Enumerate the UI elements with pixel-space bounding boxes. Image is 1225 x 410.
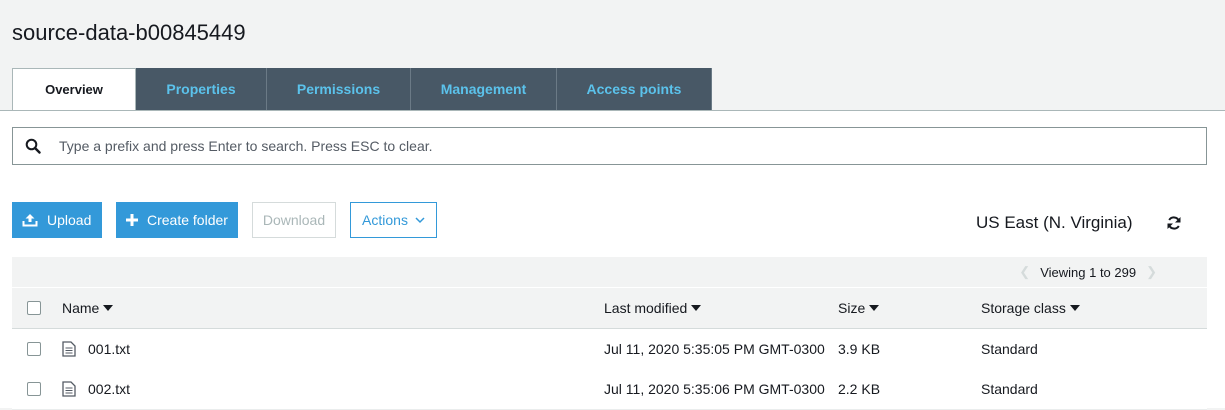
upload-icon [22,213,38,227]
sort-caret-icon [869,305,880,311]
tab-properties[interactable]: Properties [136,68,267,110]
chevron-right-icon[interactable]: ❯ [1146,264,1157,280]
size-cell: 3.9 KB [838,341,881,357]
row-checkbox[interactable] [27,342,41,356]
column-name-label: Name [62,300,100,316]
column-storage-class-label: Storage class [981,300,1066,316]
chevron-down-icon [415,216,425,223]
sort-caret-icon [103,305,114,311]
table-row[interactable]: 002.txt Jul 11, 2020 5:35:06 PM GMT-0300… [12,369,1207,410]
search-icon [25,138,41,154]
region-label: US East (N. Virginia) [976,213,1133,232]
upload-label: Upload [47,212,92,228]
pagination: ❮ Viewing 1 to 299 ❯ [1019,264,1157,280]
column-last-modified-label: Last modified [604,300,688,316]
storage-class-cell: Standard [981,341,1038,357]
tab-access-points[interactable]: Access points [557,68,712,110]
file-name-cell[interactable]: 001.txt [62,329,130,369]
select-all-checkbox[interactable] [27,301,41,315]
search-box[interactable] [12,127,1207,165]
pagination-bar: ❮ Viewing 1 to 299 ❯ [12,257,1207,287]
refresh-icon[interactable] [1166,215,1182,231]
page-title: source-data-b00845449 [12,20,246,45]
file-icon [62,341,76,357]
file-name-link[interactable]: 002.txt [88,381,130,397]
chevron-left-icon[interactable]: ❮ [1019,264,1030,280]
file-name-link[interactable]: 001.txt [88,341,130,357]
table-row[interactable]: 001.txt Jul 11, 2020 5:35:05 PM GMT-0300… [12,329,1207,370]
last-modified-cell: Jul 11, 2020 5:35:05 PM GMT-0300 [604,341,825,357]
tab-management[interactable]: Management [411,68,557,110]
column-name-header[interactable]: Name [62,288,114,328]
tab-bar: Overview Properties Permissions Manageme… [12,68,712,111]
plus-icon [126,214,138,226]
download-button[interactable]: Download [252,202,336,238]
tab-overview[interactable]: Overview [12,68,136,111]
search-input[interactable] [57,137,1161,155]
sort-caret-icon [1069,305,1080,311]
create-folder-label: Create folder [147,212,228,228]
sort-caret-icon [691,305,702,311]
table-header: Name Last modified Size Storage class [12,288,1207,329]
main-content: Upload Create folder Download Actions US… [0,111,1225,410]
tab-permissions[interactable]: Permissions [267,68,411,110]
storage-class-cell: Standard [981,381,1038,397]
create-folder-button[interactable]: Create folder [116,202,238,238]
column-storage-class-header[interactable]: Storage class [981,288,1080,328]
actions-button[interactable]: Actions [350,202,437,238]
row-checkbox[interactable] [27,382,41,396]
column-size-label: Size [838,300,866,316]
size-cell: 2.2 KB [838,381,881,397]
file-icon [62,381,76,397]
column-size-header[interactable]: Size [838,288,880,328]
upload-button[interactable]: Upload [12,202,102,238]
actions-label: Actions [362,212,408,228]
file-name-cell[interactable]: 002.txt [62,369,130,409]
pagination-text: Viewing 1 to 299 [1040,264,1137,280]
last-modified-cell: Jul 11, 2020 5:35:06 PM GMT-0300 [604,381,825,397]
column-last-modified-header[interactable]: Last modified [604,288,702,328]
